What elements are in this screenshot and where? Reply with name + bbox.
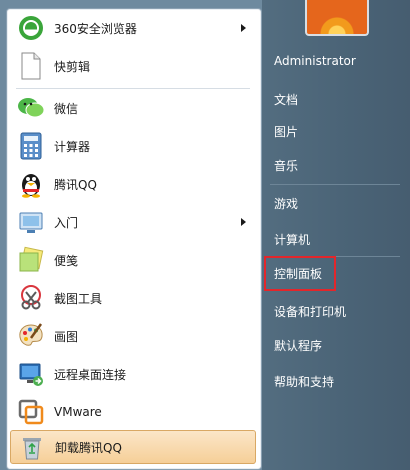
- submenu-arrow-icon: [241, 24, 246, 32]
- calculator-icon: [16, 131, 46, 161]
- program-label: 腾讯QQ: [54, 177, 97, 192]
- program-label: 入门: [54, 215, 79, 230]
- sticky-notes-icon: [16, 245, 46, 275]
- right-item-label: 默认程序: [274, 338, 323, 353]
- right-item-music[interactable]: 音乐: [262, 150, 410, 180]
- program-snipping-tool[interactable]: 截图工具: [10, 280, 256, 316]
- right-item-label: 设备和打印机: [274, 304, 347, 319]
- right-item-label: 音乐: [274, 158, 299, 173]
- paint-palette-icon: [16, 321, 46, 351]
- program-label: 画图: [54, 329, 79, 344]
- program-label: 便笺: [54, 253, 79, 268]
- right-item-documents[interactable]: 文档: [262, 84, 410, 114]
- program-qq[interactable]: 腾讯QQ: [10, 166, 256, 202]
- 360-browser-icon: [16, 13, 46, 43]
- program-label: 截图工具: [54, 291, 103, 306]
- right-item-computer[interactable]: 计算机: [262, 224, 410, 254]
- program-sticky-notes[interactable]: 便笺: [10, 242, 256, 278]
- right-item-label: 图片: [274, 124, 299, 139]
- program-uninstall-qq[interactable]: 卸载腾讯QQ: [10, 430, 256, 464]
- program-label: 微信: [54, 101, 79, 116]
- highlight-box: [264, 256, 336, 291]
- remote-desktop-icon: [16, 359, 46, 389]
- start-menu: 360安全浏览器 快剪辑 微信 计算器 腾讯QQ 入门 便笺 截图工具 画图 远…: [0, 0, 410, 470]
- user-avatar[interactable]: [305, 0, 369, 36]
- right-item-devices-printers[interactable]: 设备和打印机: [262, 296, 410, 326]
- program-paint[interactable]: 画图: [10, 318, 256, 354]
- program-kuaijianji[interactable]: 快剪辑: [10, 48, 256, 84]
- program-getting-started[interactable]: 入门: [10, 204, 256, 240]
- program-label: VMware: [54, 405, 102, 419]
- program-360-browser[interactable]: 360安全浏览器: [10, 10, 256, 46]
- right-item-default-programs[interactable]: 默认程序: [262, 330, 410, 360]
- recycle-bin-icon: [17, 432, 47, 462]
- qq-penguin-icon: [16, 169, 46, 199]
- program-label: 卸载腾讯QQ: [55, 440, 122, 455]
- blank-document-icon: [16, 51, 46, 81]
- divider: [16, 88, 250, 89]
- program-label: 计算器: [54, 139, 91, 154]
- user-name-link[interactable]: Administrator: [262, 46, 410, 76]
- getting-started-icon: [16, 207, 46, 237]
- program-wechat[interactable]: 微信: [10, 90, 256, 126]
- divider: [270, 184, 400, 185]
- submenu-arrow-icon: [241, 218, 246, 226]
- program-vmware[interactable]: VMware: [10, 394, 256, 430]
- vmware-icon: [16, 397, 46, 427]
- right-item-pictures[interactable]: 图片: [262, 116, 410, 146]
- right-item-label: Administrator: [274, 54, 356, 68]
- program-remote-desktop[interactable]: 远程桌面连接: [10, 356, 256, 392]
- right-item-label: 文档: [274, 92, 299, 107]
- right-item-help-support[interactable]: 帮助和支持: [262, 366, 410, 396]
- right-item-label: 帮助和支持: [274, 374, 335, 389]
- program-calculator[interactable]: 计算器: [10, 128, 256, 164]
- snipping-tool-icon: [16, 283, 46, 313]
- right-item-games[interactable]: 游戏: [262, 188, 410, 218]
- right-item-label: 游戏: [274, 196, 299, 211]
- wechat-icon: [16, 93, 46, 123]
- program-label: 快剪辑: [54, 59, 91, 74]
- program-label: 远程桌面连接: [54, 367, 127, 382]
- program-label: 360安全浏览器: [54, 21, 137, 36]
- right-item-label: 计算机: [274, 232, 311, 247]
